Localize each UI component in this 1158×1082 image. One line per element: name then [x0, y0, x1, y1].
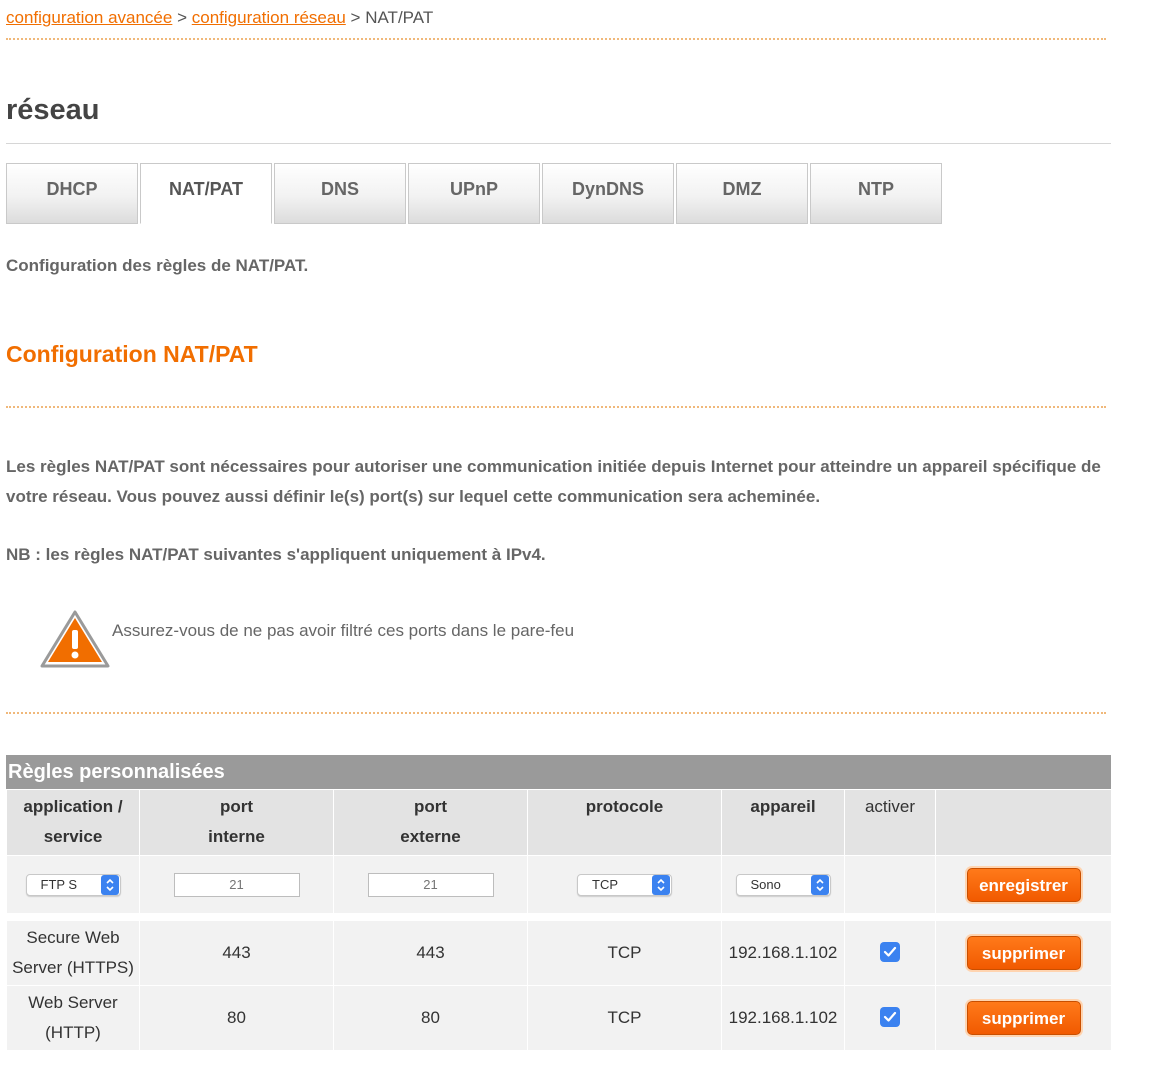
dotted-divider: [6, 712, 1106, 714]
breadcrumb-link-network-config[interactable]: configuration réseau: [192, 8, 346, 27]
rules-table: application / service port interne port …: [6, 789, 1112, 1051]
application-select-value: FTP S: [40, 877, 78, 892]
protocole-select-value: TCP: [592, 877, 618, 892]
cell: FTP S: [6, 855, 140, 921]
warning-box: Assurez-vous de ne pas avoir filtré ces …: [38, 608, 574, 670]
cell: [139, 855, 334, 921]
ipv4-note: NB : les règles NAT/PAT suivantes s'appl…: [6, 545, 546, 564]
cell: Sono: [721, 855, 845, 921]
table-header-row: application / service port interne port …: [6, 789, 1112, 856]
page-title: réseau: [6, 94, 100, 126]
application-select[interactable]: FTP S: [25, 873, 121, 896]
cell-protocole: TCP: [527, 985, 722, 1051]
column-header-appareil: appareil: [721, 789, 845, 856]
tab-dmz[interactable]: DMZ: [676, 163, 808, 224]
cell-actions: supprimer: [935, 985, 1112, 1051]
cell-application: Web Server (HTTP): [6, 985, 140, 1051]
tab-dns[interactable]: DNS: [274, 163, 406, 224]
breadcrumb-link-advanced-config[interactable]: configuration avancée: [6, 8, 172, 27]
checkmark-icon: [883, 946, 897, 957]
warning-text: Assurez-vous de ne pas avoir filtré ces …: [112, 621, 575, 640]
breadcrumb-current: NAT/PAT: [365, 8, 434, 27]
section-title: Configuration NAT/PAT: [6, 341, 258, 367]
port-externe-input[interactable]: [367, 872, 494, 897]
tab-bar: DHCP NAT/PAT DNS UPnP DynDNS DMZ NTP: [6, 163, 944, 224]
warning-triangle-icon: [38, 608, 112, 670]
port-interne-input[interactable]: [173, 872, 300, 897]
select-arrows-icon: [100, 874, 119, 895]
breadcrumb: configuration avancée > configuration ré…: [6, 8, 433, 28]
activer-checkbox[interactable]: [880, 1007, 900, 1027]
cell-port-interne: 443: [139, 916, 334, 986]
cell-port-interne: 80: [139, 985, 334, 1051]
cell-activer: [844, 916, 936, 986]
appareil-select-value: Sono: [750, 877, 781, 892]
delete-button[interactable]: supprimer: [966, 936, 1081, 970]
cell-activer: [844, 985, 936, 1051]
cell-port-externe: 443: [333, 916, 528, 986]
cell-port-externe: 80: [333, 985, 528, 1051]
rules-table-title: Règles personnalisées: [6, 755, 1111, 789]
intro-text: Configuration des règles de NAT/PAT.: [6, 256, 309, 275]
select-arrows-icon: [810, 874, 829, 895]
cell: [333, 855, 528, 921]
tab-nat-pat[interactable]: NAT/PAT: [140, 163, 272, 224]
description-text: Les règles NAT/PAT sont nécessaires pour…: [6, 457, 1101, 506]
cell: [844, 855, 936, 921]
cell-appareil: 192.168.1.102: [721, 916, 845, 986]
cell: TCP: [527, 855, 722, 921]
appareil-select[interactable]: Sono: [735, 873, 831, 896]
cell-application: Secure Web Server (HTTPS): [6, 916, 140, 986]
breadcrumb-separator: >: [350, 8, 361, 27]
column-header-activer: activer: [844, 789, 936, 856]
tab-ntp[interactable]: NTP: [810, 163, 942, 224]
tab-dhcp[interactable]: DHCP: [6, 163, 138, 224]
new-rule-form-row: FTP S TCP: [6, 855, 1112, 921]
dotted-divider: [6, 406, 1106, 408]
column-header-protocole: protocole: [527, 789, 722, 856]
cell: enregistrer: [935, 855, 1112, 921]
column-header-port-interne: port interne: [139, 789, 334, 856]
column-header-port-externe: port externe: [333, 789, 528, 856]
tab-dyndns[interactable]: DynDNS: [542, 163, 674, 224]
tab-upnp[interactable]: UPnP: [408, 163, 540, 224]
title-divider: [6, 143, 1111, 144]
checkmark-icon: [883, 1011, 897, 1022]
save-button[interactable]: enregistrer: [966, 867, 1081, 902]
custom-rules-table: Règles personnalisées application / serv…: [6, 755, 1112, 1051]
table-row: Secure Web Server (HTTPS) 443 443 TCP 19…: [6, 916, 1112, 986]
column-header-application: application / service: [6, 789, 140, 856]
select-arrows-icon: [652, 874, 670, 895]
dotted-divider: [6, 38, 1106, 40]
cell-appareil: 192.168.1.102: [721, 985, 845, 1051]
cell-protocole: TCP: [527, 916, 722, 986]
delete-button[interactable]: supprimer: [966, 1001, 1081, 1035]
activer-checkbox[interactable]: [880, 942, 900, 962]
breadcrumb-separator: >: [177, 8, 188, 27]
table-row: Web Server (HTTP) 80 80 TCP 192.168.1.10…: [6, 985, 1112, 1051]
protocole-select[interactable]: TCP: [577, 873, 672, 896]
cell-actions: supprimer: [935, 916, 1112, 986]
column-header-actions: [935, 789, 1112, 856]
